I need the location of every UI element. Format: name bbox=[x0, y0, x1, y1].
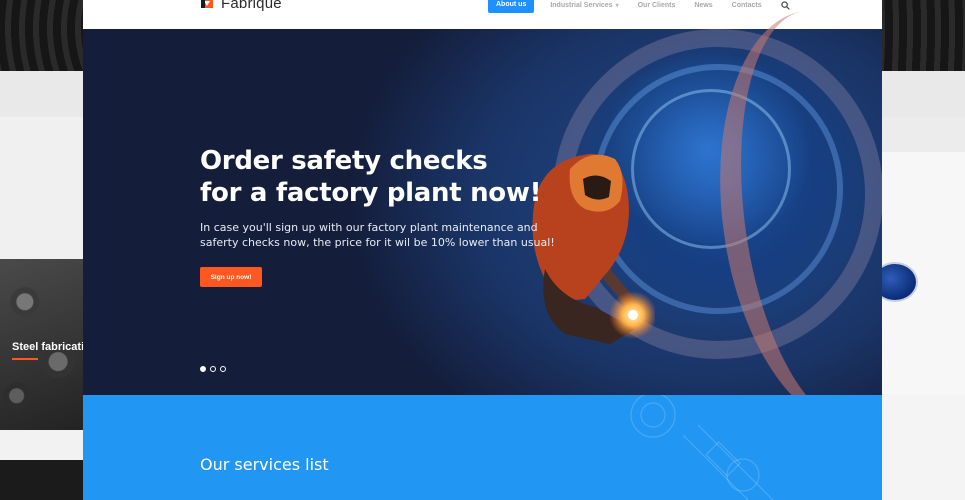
background-tile-underline bbox=[12, 358, 38, 360]
background-left-panel bbox=[0, 117, 83, 259]
services-title: Our services list bbox=[200, 455, 329, 474]
nav-item-contacts[interactable]: Contacts bbox=[732, 2, 762, 9]
hero-slider: Order safety checks for a factory plant … bbox=[83, 0, 882, 443]
hero-title-line: for a factory plant now! bbox=[200, 178, 542, 208]
sign-up-button[interactable]: Sign up now! bbox=[200, 267, 262, 287]
background-bottom-left bbox=[0, 460, 83, 500]
background-lower-left bbox=[0, 430, 83, 460]
nav-item-about-us[interactable]: About us bbox=[488, 0, 535, 13]
main-page: Fabrique About us Industrial Services ▾ … bbox=[83, 0, 882, 500]
brand-name: Fabrique bbox=[221, 0, 282, 12]
brand-logo[interactable]: Fabrique bbox=[199, 0, 282, 14]
background-lower-right bbox=[882, 394, 965, 500]
hero-title: Order safety checks for a factory plant … bbox=[200, 145, 580, 209]
nav-item-label: Industrial Services bbox=[550, 1, 613, 9]
nav-item-our-clients[interactable]: Our Clients bbox=[638, 2, 676, 9]
hero-description-line: saferty checks now, the price for it wil… bbox=[200, 236, 555, 249]
site-header: Fabrique About us Industrial Services ▾ … bbox=[83, 0, 882, 29]
nav-item-news[interactable]: News bbox=[694, 2, 712, 9]
background-tile-label: Steel fabrication bbox=[12, 341, 83, 353]
slider-dot-2[interactable] bbox=[210, 366, 216, 372]
search-icon[interactable] bbox=[780, 0, 790, 10]
slider-dot-1[interactable] bbox=[200, 366, 206, 372]
hero-description: In case you'll sign up with our factory … bbox=[200, 220, 560, 250]
nav-item-industrial-services[interactable]: Industrial Services ▾ bbox=[550, 2, 618, 9]
hero-description-line: In case you'll sign up with our factory … bbox=[200, 221, 538, 234]
hero-title-line: Order safety checks bbox=[200, 146, 488, 176]
services-section: Our services list bbox=[83, 395, 882, 500]
main-nav: About us Industrial Services ▾ Our Clien… bbox=[488, 0, 790, 14]
background-right-band bbox=[882, 117, 965, 152]
slider-dot-3[interactable] bbox=[220, 366, 226, 372]
brand-logo-icon bbox=[201, 0, 213, 8]
gear-illustration bbox=[630, 395, 774, 500]
chevron-down-icon: ▾ bbox=[615, 2, 619, 9]
slider-pagination bbox=[200, 366, 230, 372]
